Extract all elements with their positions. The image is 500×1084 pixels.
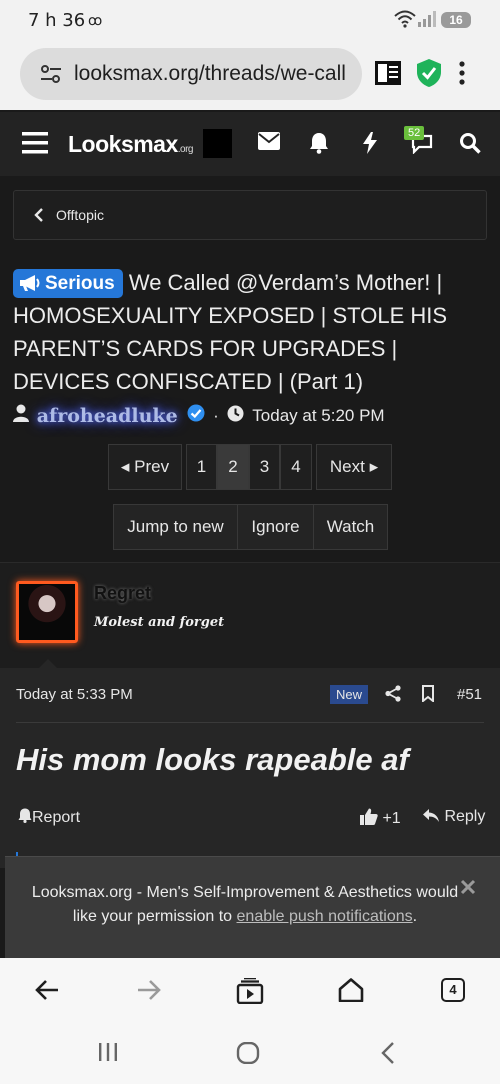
site-logo[interactable]: Looksmax.org	[68, 131, 194, 158]
thread-author[interactable]: afroheadluke	[37, 405, 178, 427]
like-count: +1	[382, 810, 401, 827]
post-message: His mom looks rapeable af	[16, 742, 409, 777]
breadcrumb-label: Offtopic	[56, 207, 104, 223]
back-nav-icon[interactable]	[380, 1042, 396, 1069]
voicemail-icon: ꝏ	[88, 12, 103, 28]
browser-toolbar: looksmax.org/threads/we-call	[0, 40, 500, 110]
system-nav-bar	[0, 1024, 500, 1084]
bell-icon[interactable]	[309, 132, 329, 159]
alerts-count-badge: 52	[404, 126, 425, 140]
prefix-label: Serious	[45, 273, 115, 294]
thumbs-up-icon	[360, 808, 378, 825]
home-nav-icon[interactable]	[236, 1041, 260, 1069]
status-time: 7 h 36	[28, 10, 86, 31]
share-icon[interactable]	[385, 685, 401, 707]
shield-icon[interactable]	[416, 58, 442, 93]
site-header: Looksmax.org 52	[0, 112, 500, 176]
forward-arrow-icon[interactable]	[136, 978, 162, 1007]
enable-notifications-link[interactable]: enable push notifications	[237, 908, 413, 925]
thread-title: Serious We Called @Verdam’s Mother! | HO…	[13, 266, 488, 398]
push-notification-banner: Looksmax.org - Men's Self-Improvement & …	[5, 856, 500, 958]
avatar[interactable]	[203, 129, 232, 158]
logo-tld: .org	[177, 144, 194, 155]
notification-message: Looksmax.org - Men's Self-Improvement & …	[25, 881, 465, 929]
logo-text: Looksmax	[68, 131, 178, 157]
page-link[interactable]: 1	[186, 444, 217, 490]
page-link-current[interactable]: 2	[217, 444, 249, 490]
bookmark-icon[interactable]	[421, 685, 435, 707]
report-button[interactable]: Report	[18, 808, 80, 827]
page-link[interactable]: 4	[280, 444, 312, 490]
prev-page-button[interactable]: ◂ Prev	[108, 444, 182, 490]
jump-to-new-button[interactable]: Jump to new	[114, 505, 238, 549]
new-badge: New	[330, 685, 369, 704]
breadcrumb[interactable]: Offtopic	[13, 190, 487, 240]
page-link[interactable]: 3	[249, 444, 280, 490]
notification-end: .	[412, 908, 418, 925]
thread-actions: Jump to new Ignore Watch	[113, 504, 388, 550]
status-bar: 7 h 36 ꝏ 16	[0, 0, 500, 40]
post-body: Today at 5:33 PM New #51 His mom looks r…	[0, 668, 500, 868]
megaphone-icon	[20, 275, 40, 291]
chevron-left-icon	[34, 208, 44, 227]
post-divider	[16, 722, 484, 723]
thread-date[interactable]: Today at 5:20 PM	[252, 406, 384, 426]
next-page-button[interactable]: Next ▸	[316, 444, 392, 490]
ignore-button[interactable]: Ignore	[238, 505, 314, 549]
address-bar[interactable]: looksmax.org/threads/we-call	[20, 48, 362, 100]
browser-bottom-bar: 4	[0, 958, 500, 1024]
user-icon	[13, 404, 29, 427]
post-number[interactable]: #51	[457, 686, 482, 703]
clock-icon	[227, 405, 244, 427]
lightning-icon[interactable]	[362, 132, 378, 159]
report-label: Report	[32, 809, 81, 826]
reply-icon	[423, 809, 439, 822]
thread-prefix-badge[interactable]: Serious	[13, 269, 123, 298]
wifi-icon	[394, 10, 416, 33]
url-text: looksmax.org/threads/we-call	[74, 62, 346, 85]
post-date[interactable]: Today at 5:33 PM	[16, 686, 133, 703]
bell-icon	[18, 808, 32, 823]
reply-button[interactable]: Reply	[422, 808, 485, 826]
search-icon[interactable]	[459, 132, 481, 159]
back-arrow-icon[interactable]	[34, 978, 60, 1007]
post-avatar[interactable]	[16, 581, 78, 643]
site-settings-icon[interactable]	[40, 64, 62, 89]
meta-separator: ·	[213, 405, 219, 425]
verified-icon	[187, 404, 205, 427]
post-username[interactable]: Regret	[94, 583, 151, 604]
battery-indicator: 16	[441, 12, 471, 28]
signal-icon	[418, 11, 436, 32]
thread-meta: afroheadluke · Today at 5:20 PM	[13, 404, 385, 430]
reader-mode-icon[interactable]	[374, 60, 402, 91]
reply-label: Reply	[444, 808, 486, 825]
tab-count-button[interactable]: 4	[441, 978, 465, 1002]
watch-button[interactable]: Watch	[314, 505, 387, 549]
post-user-block: Regret Molest and forget	[0, 562, 500, 669]
home-icon[interactable]	[338, 978, 364, 1007]
post-user-title: Molest and forget	[94, 615, 225, 630]
envelope-icon[interactable]	[258, 132, 280, 155]
recents-icon[interactable]	[98, 1042, 118, 1067]
like-button[interactable]: +1	[360, 808, 401, 828]
media-icon[interactable]	[236, 977, 264, 1009]
menu-icon[interactable]	[22, 132, 48, 159]
more-menu-icon[interactable]	[458, 60, 466, 91]
close-icon[interactable]	[460, 879, 476, 900]
